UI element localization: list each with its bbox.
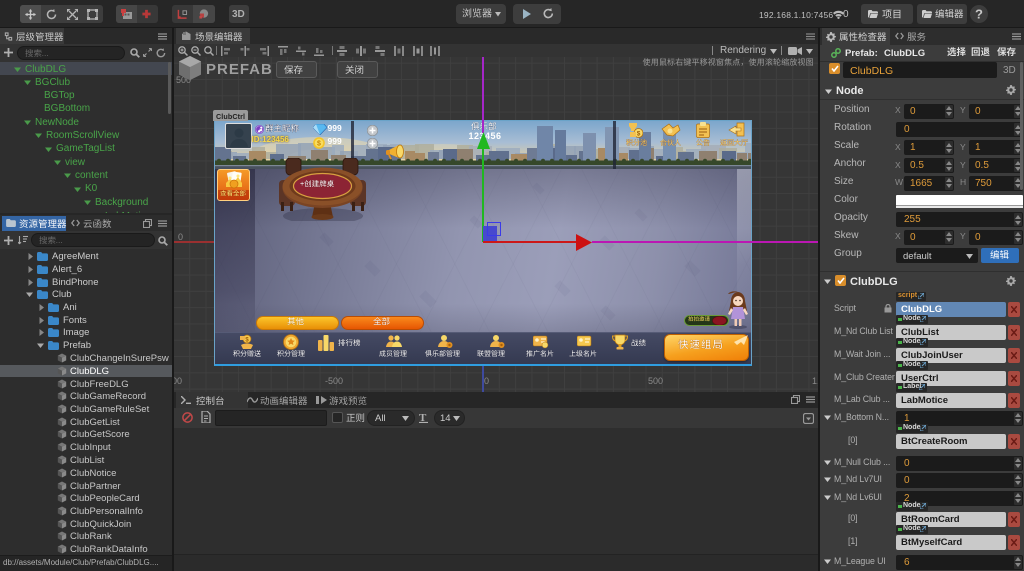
svg-text:?: ?	[975, 7, 983, 22]
svg-text:$: $	[636, 131, 640, 138]
svg-text:T: T	[419, 412, 427, 423]
svg-text:$: $	[317, 141, 321, 148]
